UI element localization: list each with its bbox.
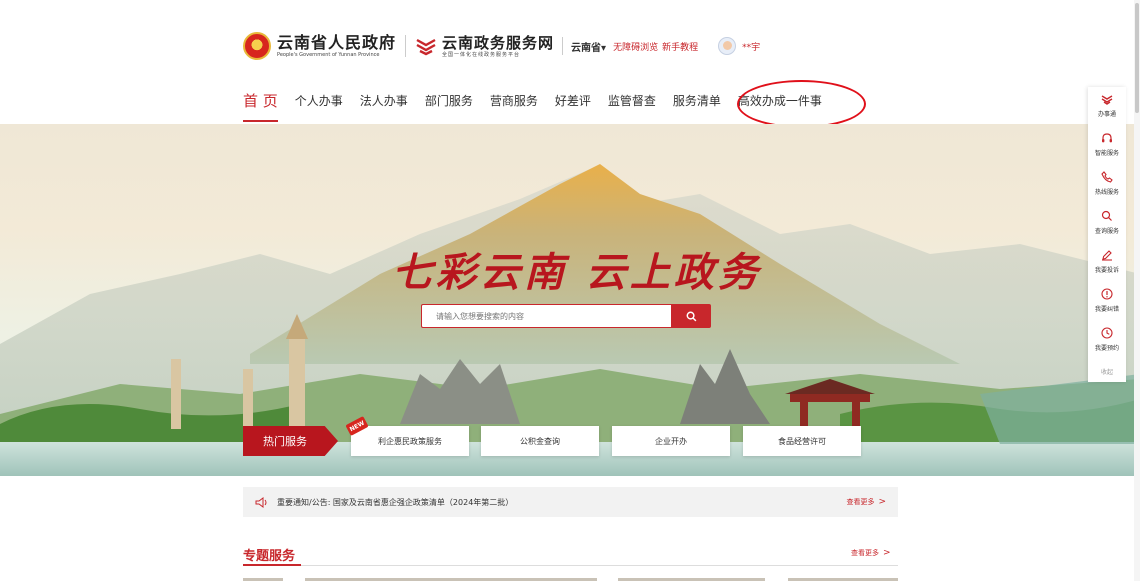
service-subtitle: 全国一体化在线政务服务平台 xyxy=(442,51,521,58)
notice-bar: 重要通知/公告: 国家及云南省惠企强企政策清单（2024年第二批） 查看更多 > xyxy=(243,487,898,517)
nav-home[interactable]: 首 页 xyxy=(243,90,278,122)
search-bar xyxy=(421,304,711,328)
hero-banner: 七彩云南 云上政务 热门服务 NEW 利企惠民政策服务 公积金查询 企业开办 xyxy=(0,124,1140,476)
hot-service-policy[interactable]: NEW 利企惠民政策服务 xyxy=(345,416,469,456)
hot-service-label: 公积金查询 xyxy=(520,436,560,446)
national-emblem-icon[interactable] xyxy=(243,32,271,60)
search-input[interactable] xyxy=(421,304,671,328)
search-button[interactable] xyxy=(671,304,711,328)
sidebar-item-query[interactable]: 查询服务 xyxy=(1095,209,1119,248)
landscape-illustration xyxy=(0,164,1140,476)
topic-services-title: 专题服务 xyxy=(243,549,296,564)
hot-service-housing-fund[interactable]: 公积金查询 xyxy=(481,426,599,456)
hot-service-label: 企业开办 xyxy=(655,436,687,446)
topic-more-link[interactable]: 查看更多 > xyxy=(851,548,891,558)
sidebar-item-label: 我要预约 xyxy=(1094,345,1119,352)
sidebar-item-label: 热线服务 xyxy=(1094,189,1119,196)
sidebar-item-label: 智能服务 xyxy=(1094,150,1119,157)
sidebar-item-label: 办事通 xyxy=(1097,111,1116,118)
nav-personal[interactable]: 个人办事 xyxy=(295,90,343,112)
right-sidebar: 办事通 智能服务 热线服务 查询服务 我要投诉 我要纠错 我要预约 收起 xyxy=(1088,87,1126,382)
sidebar-item-smart-service[interactable]: 智能服务 xyxy=(1095,131,1119,170)
hot-service-label: 食品经营许可 xyxy=(778,436,826,446)
nav-supervision[interactable]: 监管督查 xyxy=(608,90,656,112)
gov-subtitle: People's Government of Yunnan Province xyxy=(277,51,380,58)
hot-service-company-setup[interactable]: 企业开办 xyxy=(612,426,730,456)
scrollbar-thumb[interactable] xyxy=(1135,3,1139,113)
notice-more-link[interactable]: 查看更多 > xyxy=(846,497,886,507)
avatar[interactable] xyxy=(718,37,737,55)
sidebar-item-label: 我要纠错 xyxy=(1094,306,1119,313)
clock-icon xyxy=(1100,326,1114,340)
phone-icon xyxy=(1100,170,1114,184)
main-nav: 首 页 个人办事 法人办事 部门服务 营商服务 好差评 监管督查 服务清单 高效… xyxy=(243,90,839,124)
page-scrollbar[interactable] xyxy=(1134,0,1140,581)
nav-business[interactable]: 营商服务 xyxy=(490,90,538,112)
chevron-right-icon: > xyxy=(878,497,886,507)
user-name[interactable]: **宇 xyxy=(742,40,760,53)
hot-service-label: 利企惠民政策服务 xyxy=(378,436,442,446)
more-label: 查看更多 xyxy=(851,549,879,557)
chevron-right-icon: > xyxy=(883,548,891,558)
service-title: 云南政务服务网 xyxy=(442,33,555,52)
search-icon xyxy=(1100,209,1114,223)
topic-divider xyxy=(243,564,898,566)
sidebar-item-label: 查询服务 xyxy=(1094,228,1119,235)
nav-department[interactable]: 部门服务 xyxy=(425,90,473,112)
nav-legal-person[interactable]: 法人办事 xyxy=(360,90,408,112)
page: 云南省人民政府 People's Government of Yunnan Pr… xyxy=(0,0,1140,581)
notice-text[interactable]: 重要通知/公告: 国家及云南省惠企强企政策清单（2024年第二批） xyxy=(277,497,846,508)
hot-services-list: NEW 利企惠民政策服务 公积金查询 企业开办 食品经营许可 xyxy=(0,416,1140,456)
service-logo[interactable]: 云南政务服务网 全国一体化在线政务服务平台 xyxy=(442,34,554,59)
site-header: 云南省人民政府 People's Government of Yunnan Pr… xyxy=(243,26,760,66)
headset-icon xyxy=(1100,131,1114,145)
nav-one-thing[interactable]: 高效办成一件事 xyxy=(738,90,822,112)
region-selector[interactable]: 云南省▾ xyxy=(571,39,606,54)
sidebar-item-banshitong[interactable]: 办事通 xyxy=(1098,92,1116,131)
edit-icon xyxy=(1100,248,1114,262)
tutorial-link[interactable]: 新手教程 xyxy=(662,40,698,53)
service-logo-icon xyxy=(1100,92,1114,106)
hero-slogan: 七彩云南 云上政务 xyxy=(392,249,762,296)
speaker-icon xyxy=(255,496,269,508)
nav-service-list[interactable]: 服务清单 xyxy=(673,90,721,112)
accessibility-link[interactable]: 无障碍浏览 xyxy=(613,40,658,53)
sidebar-item-correction[interactable]: 我要纠错 xyxy=(1095,287,1119,326)
hot-service-food-license[interactable]: 食品经营许可 xyxy=(743,426,861,456)
sidebar-item-label: 我要投诉 xyxy=(1094,267,1119,274)
sidebar-collapse-button[interactable]: 收起 xyxy=(1101,367,1113,376)
alert-icon xyxy=(1100,287,1114,301)
gov-title: 云南省人民政府 xyxy=(277,32,397,52)
nav-review[interactable]: 好差评 xyxy=(555,90,591,112)
sidebar-item-complaint[interactable]: 我要投诉 xyxy=(1095,248,1119,287)
sidebar-item-hotline[interactable]: 热线服务 xyxy=(1095,170,1119,209)
chevron-down-icon: ▾ xyxy=(601,42,607,54)
sidebar-item-appointment[interactable]: 我要预约 xyxy=(1095,326,1119,365)
header-divider xyxy=(405,35,407,57)
region-label: 云南省 xyxy=(571,42,602,54)
gov-logo[interactable]: 云南省人民政府 People's Government of Yunnan Pr… xyxy=(277,32,397,59)
header-divider xyxy=(562,37,564,55)
service-logo-icon[interactable] xyxy=(415,36,437,56)
more-label: 查看更多 xyxy=(846,498,875,506)
search-icon xyxy=(686,307,697,326)
